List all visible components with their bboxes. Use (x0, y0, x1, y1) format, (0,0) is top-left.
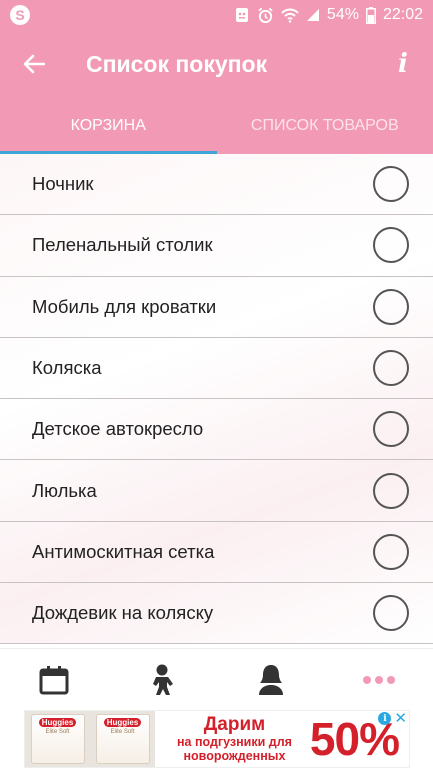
list-item[interactable]: Мобиль для кроватки (0, 277, 433, 338)
checkbox-circle[interactable] (373, 533, 409, 570)
tab-cart-label: КОРЗИНА (70, 117, 146, 134)
ad-line-1: на подгузники для (176, 735, 292, 749)
signal-icon (306, 8, 320, 22)
bottom-navigation (0, 648, 433, 710)
app-bar: Список покупок i (0, 30, 433, 98)
ad-product-image: Huggies Elite Soft Huggies Elite Soft (25, 711, 155, 767)
ad-info-icon[interactable]: i (378, 712, 392, 725)
list-item-label: Люлька (32, 479, 97, 501)
status-icons: 54% 22:02 (234, 6, 423, 24)
list-item-label: Мобиль для кроватки (32, 295, 217, 317)
diaper-pack: Huggies Elite Soft (95, 714, 150, 764)
ad-brand: Huggies (103, 718, 142, 727)
battery-icon (366, 6, 376, 24)
tab-cart[interactable]: КОРЗИНА (0, 98, 217, 154)
list-item-label: Детское автокресло (32, 418, 204, 440)
tab-product-list-label: СПИСОК ТОВАРОВ (250, 117, 399, 134)
list-item[interactable]: Антимоскитная сетка (0, 522, 433, 584)
list-item[interactable]: Коляска (0, 338, 433, 400)
nav-baby[interactable] (108, 649, 216, 710)
android-notification-icon (234, 7, 250, 23)
list-item-label: Ночник (32, 173, 94, 195)
checkbox-circle[interactable] (373, 227, 409, 264)
ad-controls: i ✕ (378, 711, 407, 726)
skype-notification-icon: S (10, 5, 30, 25)
nav-mother[interactable] (217, 649, 325, 710)
ad-banner[interactable]: Huggies Elite Soft Huggies Elite Soft Да… (24, 710, 410, 768)
back-button[interactable] (0, 30, 68, 98)
ad-text: Дарим на подгузники для новорожденных (155, 714, 310, 764)
list-item[interactable]: Ночник (0, 154, 433, 216)
ad-brand: Huggies (38, 718, 77, 727)
list-item-label: Коляска (32, 357, 102, 379)
checkbox-circle[interactable] (373, 166, 409, 203)
list-item-label: Дождевик на коляску (32, 602, 214, 624)
clock: 22:02 (382, 6, 423, 23)
arrow-back-icon (23, 54, 45, 74)
ad-line-2: новорожденных (183, 749, 286, 763)
more-dots-icon (362, 675, 395, 684)
checkbox-circle[interactable] (373, 288, 409, 325)
list-item[interactable]: Пеленальный столик (0, 215, 433, 277)
ad-close-icon[interactable]: ✕ (394, 711, 407, 726)
baby-icon (153, 664, 174, 695)
ad-product-name: Elite Soft (45, 729, 70, 735)
list-item-label: Пеленальный столик (32, 234, 213, 256)
shopping-list: Ночник Пеленальный столик Мобиль для кро… (0, 154, 433, 644)
ad-headline: Дарим (203, 714, 266, 735)
info-button[interactable]: i (373, 30, 433, 98)
info-icon: i (398, 49, 408, 79)
list-item[interactable]: Дождевик на коляску (0, 583, 433, 644)
checkbox-circle[interactable] (373, 472, 409, 509)
nav-more[interactable] (325, 649, 433, 710)
status-bar: S 54% 22:02 (0, 0, 433, 30)
checkbox-circle[interactable] (373, 411, 409, 448)
alarm-icon (257, 7, 274, 24)
mother-icon (258, 664, 283, 695)
list-item[interactable]: Люлька (0, 460, 433, 522)
list-item-label: Антимоскитная сетка (32, 540, 215, 562)
battery-percent: 54% (326, 6, 359, 23)
tab-product-list[interactable]: СПИСОК ТОВАРОВ (217, 98, 433, 154)
checkbox-circle[interactable] (373, 595, 409, 632)
page-title: Список покупок (86, 50, 268, 77)
wifi-icon (281, 7, 299, 23)
tab-bar: КОРЗИНА СПИСОК ТОВАРОВ (0, 98, 433, 154)
calendar-icon (39, 665, 69, 694)
diaper-pack: Huggies Elite Soft (30, 714, 85, 764)
nav-calendar[interactable] (0, 649, 108, 710)
list-item[interactable]: Детское автокресло (0, 399, 433, 461)
checkbox-circle[interactable] (373, 350, 409, 387)
ad-product-name: Elite Soft (110, 729, 135, 735)
